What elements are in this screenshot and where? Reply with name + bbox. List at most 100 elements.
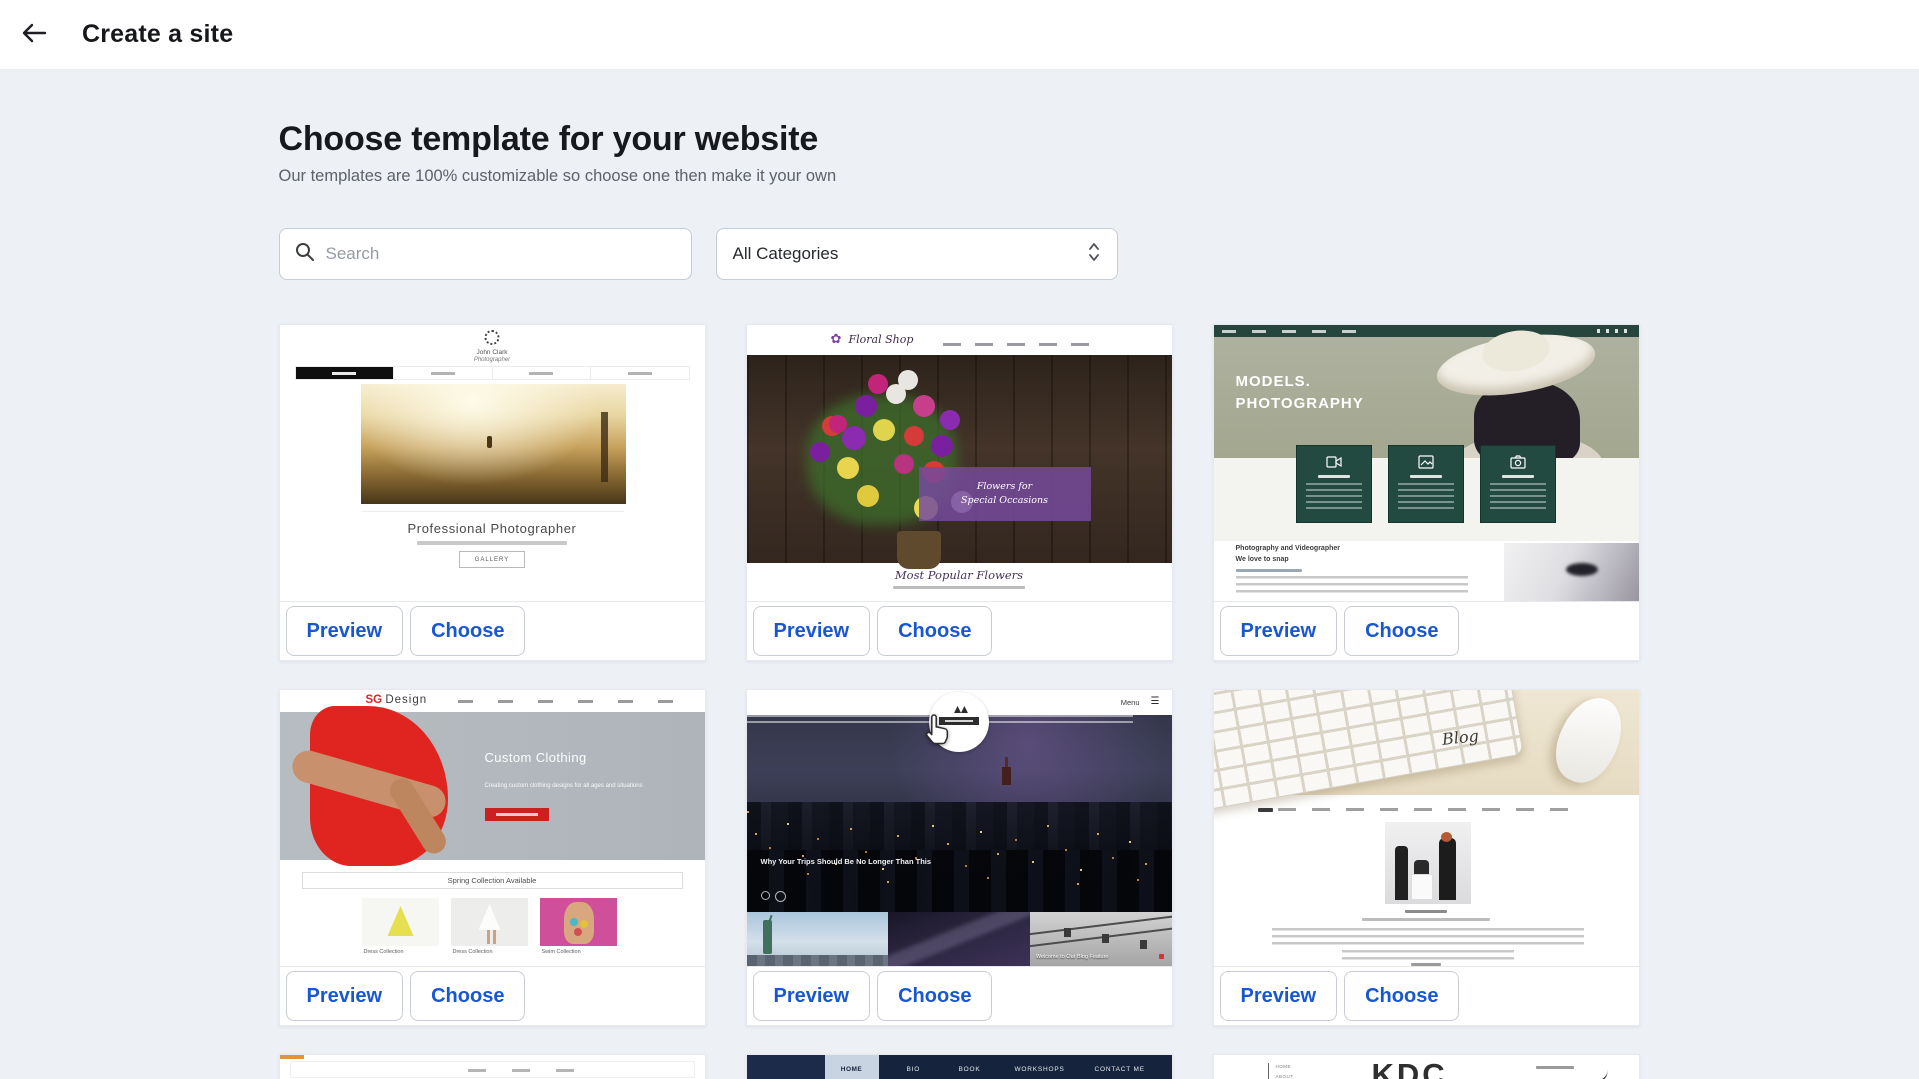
mini-thumb-caption: Welcome to Our Blog Feature — [1036, 954, 1109, 960]
bouquet-flowers — [829, 415, 847, 433]
template-card-blog: Blog Preview C — [1213, 689, 1640, 1026]
template-thumbnail-partial-1[interactable] — [280, 1055, 705, 1079]
mini-section-title: Most Popular Flowers — [747, 568, 1172, 582]
divider — [361, 511, 624, 512]
product-label: Dress Collection — [453, 949, 493, 955]
mini-article-title: Photography and Videographer — [1236, 545, 1341, 552]
mouse-cursor-pointer — [921, 712, 953, 753]
choose-button[interactable]: Choose — [410, 971, 525, 1021]
sunset-field-photo — [361, 384, 626, 504]
choose-button[interactable]: Choose — [1344, 971, 1459, 1021]
social-icons — [1597, 329, 1631, 333]
preview-button[interactable]: Preview — [1220, 971, 1338, 1021]
carousel-arrows — [761, 891, 770, 900]
template-grid: John Clark Photographer Professional Pho… — [279, 324, 1641, 1079]
fence-post — [601, 412, 608, 482]
template-card-sg-design: SG Design Custom Clothing Creating custo… — [279, 689, 706, 1026]
card-actions: Preview Choose — [280, 966, 705, 1025]
mini-hero-title: MODELS. — [1236, 373, 1311, 390]
preview-button[interactable]: Preview — [753, 971, 871, 1021]
mini-nav-item: WORKSHOPS — [1015, 1066, 1065, 1073]
mini-nav-item — [393, 367, 492, 379]
template-thumbnail-partial-2[interactable]: HOME BIO BOOK WORKSHOPS CONTACT ME — [747, 1055, 1172, 1079]
person-figure — [1439, 838, 1456, 900]
filters-row: All Categories — [279, 228, 1641, 280]
mini-nav-item — [296, 367, 394, 379]
vase — [897, 531, 941, 569]
card-actions: Preview Choose — [747, 601, 1172, 660]
content: Choose template for your website Our tem… — [279, 120, 1641, 1079]
torso — [564, 902, 594, 944]
feature-title-bar — [1318, 475, 1350, 478]
feature-box-videography — [1296, 445, 1372, 523]
template-thumbnail-photographer[interactable]: John Clark Photographer Professional Pho… — [280, 325, 705, 601]
skyline — [747, 955, 889, 966]
model-hero-photo: MODELS. PHOTOGRAPHY — [1214, 337, 1639, 458]
flower-logo-icon: ✿ — [831, 331, 842, 347]
salon-photo — [1385, 822, 1471, 904]
image-icon — [1418, 455, 1434, 469]
template-card-photographer: John Clark Photographer Professional Pho… — [279, 324, 706, 661]
white-dress — [479, 904, 501, 930]
text-line-bar — [1236, 569, 1302, 572]
template-logo-role: Photographer — [280, 357, 705, 363]
template-thumbnail-floral[interactable]: ✿ Floral Shop Flowers for Special Occasi… — [747, 325, 1172, 601]
card-actions: Preview Choose — [747, 966, 1172, 1025]
mini-hero-title: PHOTOGRAPHY — [1236, 395, 1364, 412]
preview-button[interactable]: Preview — [1220, 606, 1338, 656]
mini-nav-item: CONTACT ME — [1095, 1066, 1145, 1073]
feature-text-bars — [1306, 483, 1362, 509]
template-thumbnail-models[interactable]: MODELS. PHOTOGRAPHY — [1214, 325, 1639, 601]
mini-nav-bars — [1278, 808, 1578, 811]
choose-button[interactable]: Choose — [877, 606, 992, 656]
banner-line: Special Occasions — [961, 494, 1048, 508]
feature-text-bars — [1398, 483, 1454, 509]
cable — [1030, 914, 1172, 935]
statue-of-liberty-photo — [747, 912, 889, 966]
product-photo-dress — [451, 898, 528, 946]
choose-button[interactable]: Choose — [410, 606, 525, 656]
banner-line: Flowers for — [977, 480, 1032, 494]
card-actions: Preview Choose — [280, 601, 705, 660]
milky-way-photo — [888, 912, 1030, 966]
choose-button[interactable]: Choose — [877, 971, 992, 1021]
keyboard — [1214, 690, 1524, 812]
desk-photo: Blog — [1214, 690, 1639, 795]
legs — [487, 930, 490, 944]
feature-title-bar — [1410, 475, 1442, 478]
figure-silhouette — [487, 436, 492, 448]
mini-script-title: Blog — [1441, 726, 1480, 749]
mini-hero-title: Why Your Trips Should Be No Longer Than … — [761, 857, 932, 866]
divider — [1268, 1063, 1270, 1079]
preview-button[interactable]: Preview — [286, 606, 404, 656]
lift-chairs — [1064, 928, 1071, 937]
category-dropdown[interactable]: All Categories — [716, 228, 1118, 280]
milky-way-band — [888, 912, 1030, 966]
preview-button[interactable]: Preview — [753, 606, 871, 656]
statue — [763, 920, 772, 954]
template-thumbnail-blog[interactable]: Blog — [1214, 690, 1639, 966]
tower-spire — [1005, 757, 1008, 785]
preview-button[interactable]: Preview — [286, 971, 404, 1021]
choose-button[interactable]: Choose — [1344, 606, 1459, 656]
template-thumbnail-partial-3[interactable]: HOME ABOUT KDC — [1214, 1055, 1639, 1079]
makeup-photo — [1504, 543, 1639, 601]
back-button[interactable] — [16, 17, 52, 53]
yellow-dress — [388, 906, 414, 936]
search-input[interactable] — [326, 244, 677, 264]
text-line-bar — [893, 586, 1025, 589]
text-line-bar — [1536, 1066, 1574, 1069]
mini-nav-bars — [943, 343, 1091, 346]
template-thumbnail-sg-design[interactable]: SG Design Custom Clothing Creating custo… — [280, 690, 705, 966]
city-lights — [747, 811, 749, 813]
camera-icon — [1510, 455, 1526, 469]
search-box[interactable] — [279, 228, 692, 280]
template-thumbnail-travel[interactable]: Menu ☰ ▲▲ Why Your Trips Should Be No Lo… — [747, 690, 1172, 966]
mini-hero-title: Custom Clothing — [485, 750, 587, 765]
mini-header-left — [747, 1055, 825, 1079]
mini-menu-label: Menu — [1121, 698, 1140, 707]
mini-nav-item: ABOUT — [1276, 1074, 1294, 1079]
text-line-bar — [1362, 918, 1490, 921]
computer-mouse — [1544, 690, 1633, 792]
product-label: Dress Collection — [364, 949, 404, 955]
